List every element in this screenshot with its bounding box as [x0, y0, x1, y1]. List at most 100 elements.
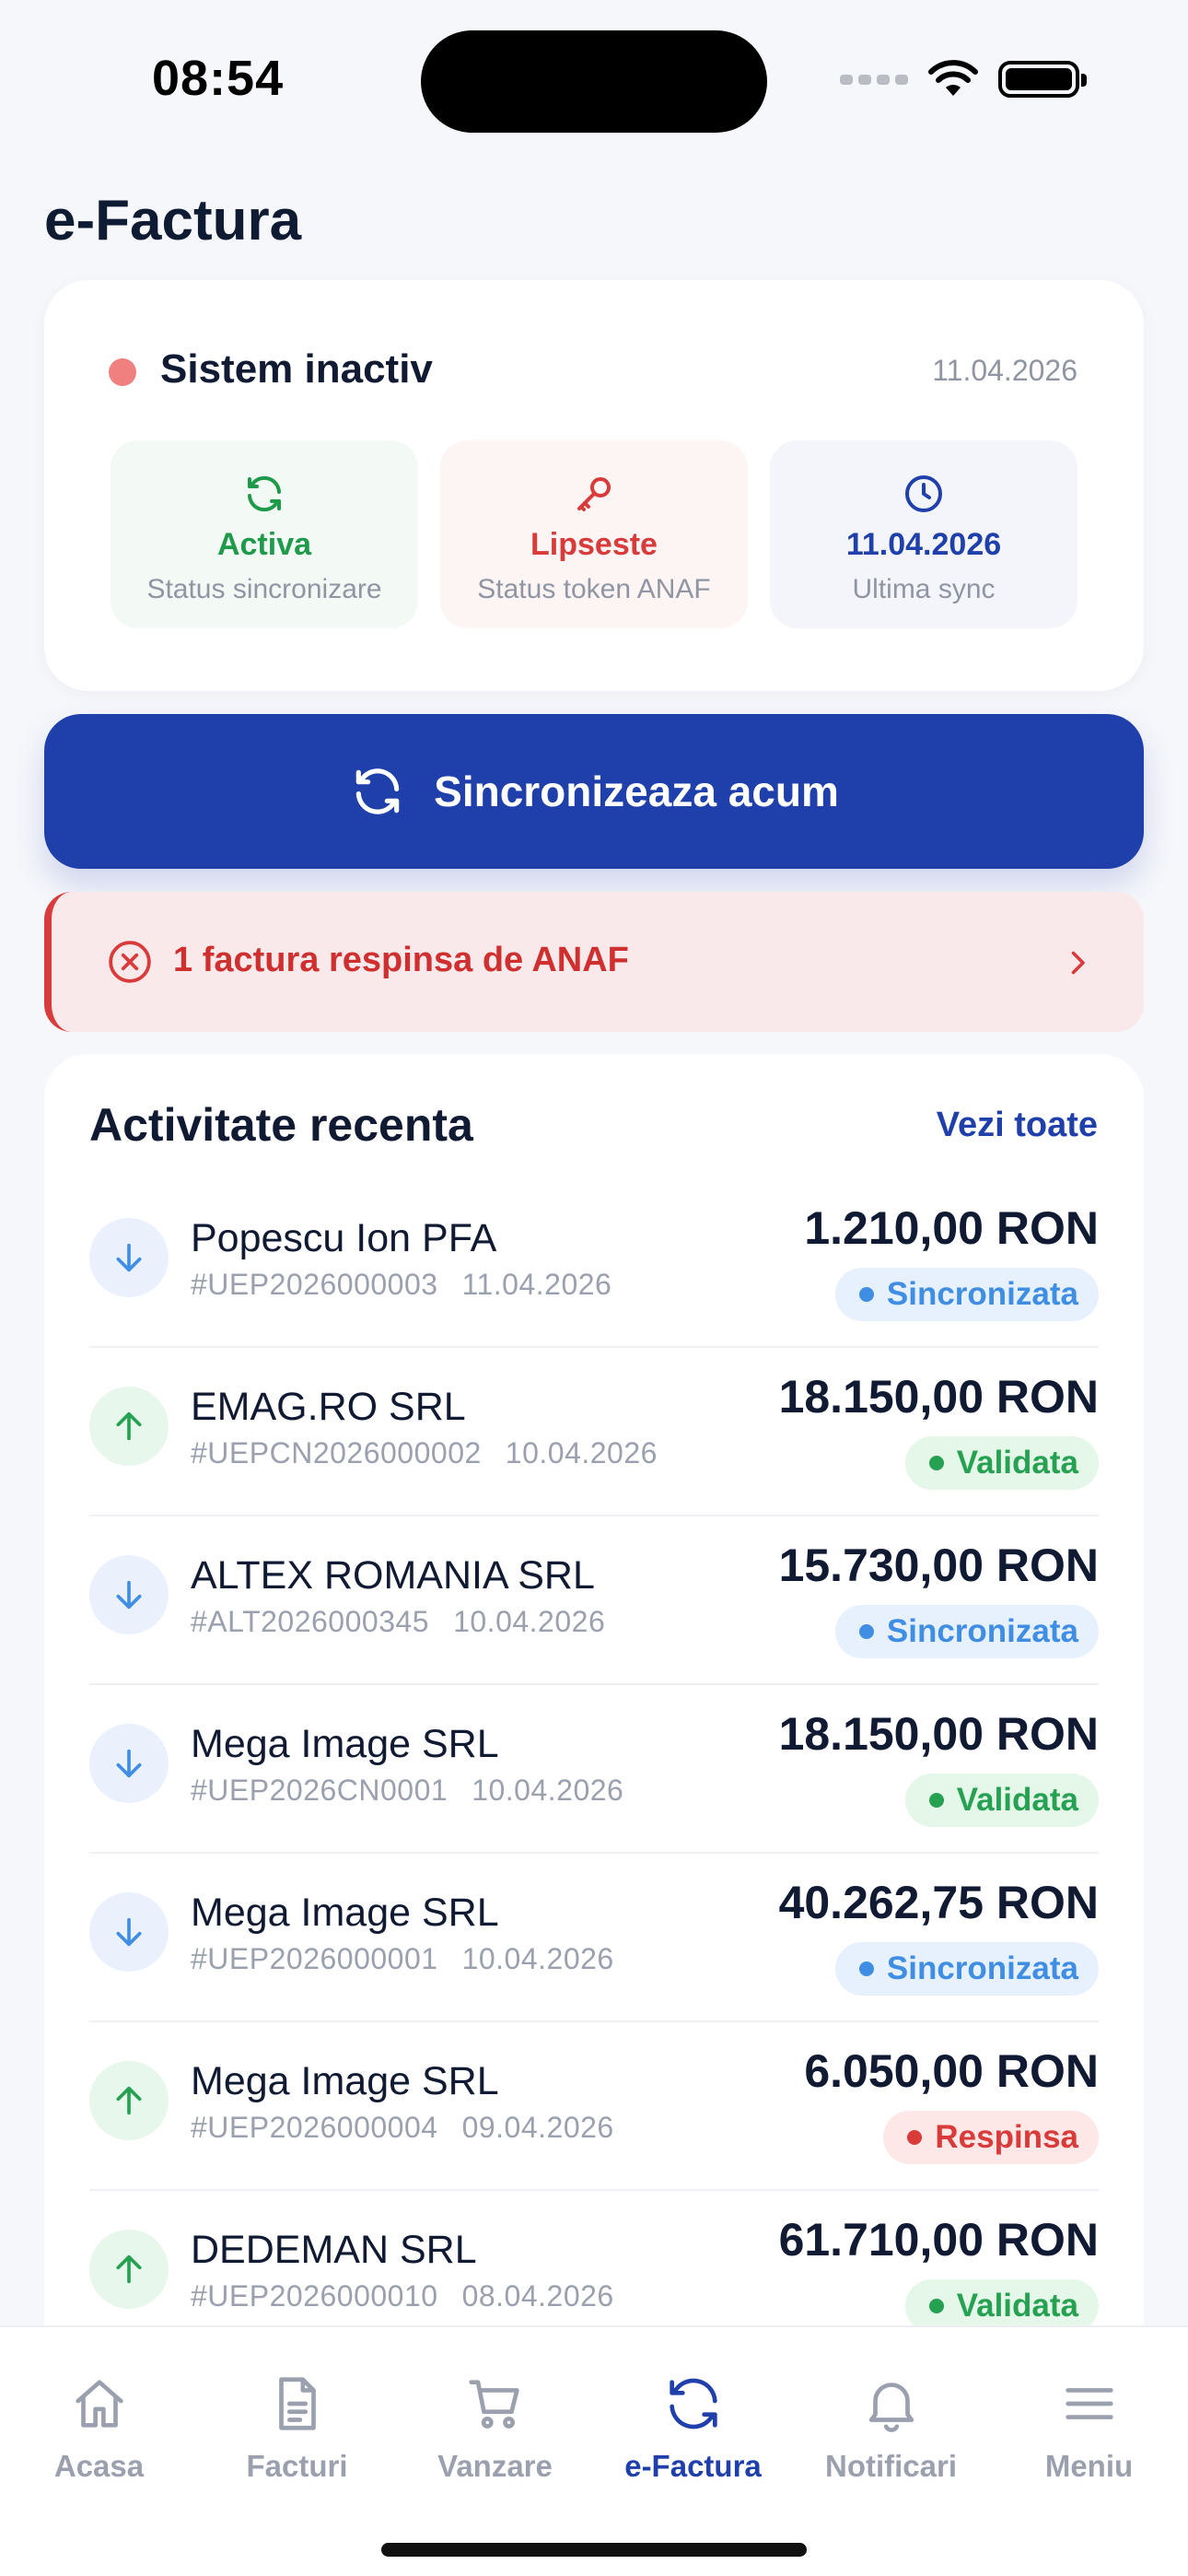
tab-acasa[interactable]: Acasa	[0, 2327, 198, 2512]
activity-row[interactable]: DEDEMAN SRL #UEP2026000010 08.04.2026 61.71…	[89, 2191, 1099, 2344]
tab-e-factura[interactable]: e-Factura	[594, 2327, 792, 2512]
last-sync-value: 11.04.2026	[845, 527, 1002, 562]
bell-icon	[868, 2383, 914, 2432]
status-badge: Sincronizata	[834, 1942, 1099, 1996]
document-icon	[278, 2377, 316, 2430]
arrow-down-icon	[116, 1749, 142, 1778]
invoice-date: 09.04.2026	[461, 2111, 614, 2144]
invoice-amount: 61.710,00 RON	[778, 2214, 1099, 2266]
invoice-amount: 15.730,00 RON	[778, 1540, 1099, 1591]
invoice-number: #UEP2026000001	[191, 1942, 438, 1975]
sync-now-label: Sincronizeaza acum	[434, 767, 839, 815]
direction-badge	[89, 2061, 169, 2140]
arrow-up-icon	[116, 2254, 142, 2284]
error-circle-icon	[109, 941, 151, 983]
home-indicator[interactable]	[381, 2543, 807, 2557]
key-icon	[577, 477, 611, 511]
status-dot	[928, 1793, 944, 1808]
status-dot	[858, 1961, 874, 1976]
status-label: Sincronizata	[886, 1276, 1078, 1312]
invoice-number: #UEP2026000004	[191, 2111, 438, 2144]
status-dot	[858, 1624, 874, 1639]
invoice-amount: 40.262,75 RON	[778, 1877, 1099, 1928]
refresh-icon	[669, 2378, 717, 2430]
status-dot	[928, 1456, 944, 1470]
invoice-amount: 6.050,00 RON	[804, 2045, 1099, 2097]
partner-name: Popescu Ion PFA	[191, 1216, 497, 1260]
last-sync-label: Ultima sync	[852, 574, 996, 604]
last-sync-tile: 11.04.2026 Ultima sync	[770, 440, 1077, 628]
status-label: Sincronizata	[886, 1950, 1078, 1986]
invoice-number: #UEP2026CN0001	[191, 1774, 448, 1807]
arrow-down-icon	[116, 1243, 142, 1272]
sync-status-tile: Activa Status sincronizare	[111, 440, 418, 628]
status-tiles: Activa Status sincronizare Lipseste Stat…	[111, 440, 1077, 628]
tab-meniu[interactable]: Meniu	[990, 2327, 1188, 2512]
status-indicator-dot	[109, 358, 136, 386]
activity-row[interactable]: ALTEX ROMANIA SRL #ALT2026000345 10.04.202…	[89, 1516, 1099, 1685]
invoice-meta: #UEPCN2026000002 10.04.2026	[191, 1436, 658, 1470]
invoice-date: 10.04.2026	[461, 1942, 614, 1975]
invoice-number: #UEP2026000003	[191, 1268, 438, 1301]
direction-badge	[89, 1724, 169, 1803]
status-badge: Respinsa	[883, 2111, 1099, 2164]
activity-list: Popescu Ion PFA #UEP2026000003 11.04.2026 1…	[89, 1179, 1099, 2344]
chevron-right-icon	[1071, 951, 1085, 975]
partner-name: EMAG.RO SRL	[191, 1385, 466, 1429]
wifi-icon	[928, 60, 978, 96]
tab-label: e-Factura	[624, 2449, 762, 2483]
status-badge: Sincronizata	[834, 1268, 1099, 1321]
tab-label: Facturi	[246, 2449, 348, 2483]
rejected-invoice-alert[interactable]: 1 factura respinsa de ANAF	[44, 892, 1144, 1032]
tab-facturi[interactable]: Facturi	[198, 2327, 396, 2512]
system-status-card: Sistem inactiv 11.04.2026 Activa Status …	[44, 280, 1144, 691]
sync-status-label: Status sincronizare	[146, 574, 382, 604]
arrow-down-icon	[116, 1580, 142, 1610]
partner-name: Mega Image SRL	[191, 2059, 499, 2103]
tab-label: Meniu	[1044, 2449, 1134, 2483]
battery-icon	[998, 61, 1087, 98]
direction-badge	[89, 1555, 169, 1634]
direction-badge	[89, 1892, 169, 1972]
clock-icon	[905, 475, 942, 512]
status-bar: 08:54	[0, 0, 1188, 147]
clock: 08:54	[152, 51, 285, 106]
tab-vanzare[interactable]: Vanzare	[396, 2327, 594, 2512]
invoice-date: 11.04.2026	[461, 1268, 612, 1301]
token-status-value: Lipseste	[530, 527, 658, 562]
partner-name: Mega Image SRL	[191, 1722, 499, 1766]
arrow-up-icon	[116, 2086, 142, 2115]
activity-row[interactable]: Popescu Ion PFA #UEP2026000003 11.04.2026 1…	[89, 1179, 1099, 1348]
see-all-link[interactable]: Vezi toate	[937, 1106, 1098, 1145]
invoice-meta: #UEP2026000001 10.04.2026	[191, 1942, 614, 1976]
status-badge: Validata	[904, 1774, 1099, 1827]
tab-bar: Acasa Facturi Vanzare e-Factura Notificari Me…	[0, 2325, 1188, 2576]
arrow-down-icon	[116, 1917, 142, 1947]
status-label: Sincronizata	[886, 1613, 1078, 1649]
status-label: Validata	[956, 1782, 1078, 1818]
status-icons	[840, 59, 1087, 100]
tab-notificari[interactable]: Notificari	[792, 2327, 990, 2512]
system-status-date: 11.04.2026	[932, 354, 1077, 387]
activity-row[interactable]: Mega Image SRL #UEP2026CN0001 10.04.2026 18…	[89, 1685, 1099, 1854]
activity-row[interactable]: EMAG.RO SRL #UEPCN2026000002 10.04.2026 18.…	[89, 1348, 1099, 1516]
invoice-number: #UEP2026000010	[191, 2279, 438, 2313]
partner-name: ALTEX ROMANIA SRL	[191, 1553, 595, 1598]
tab-label: Acasa	[53, 2449, 145, 2483]
direction-badge	[89, 1218, 169, 1297]
arrow-up-icon	[116, 1411, 142, 1441]
invoice-meta: #UEP2026000003 11.04.2026	[191, 1268, 611, 1302]
invoice-meta: #UEP2026000010 08.04.2026	[191, 2279, 614, 2313]
system-status-label: Sistem inactiv	[160, 346, 433, 392]
status-badge: Sincronizata	[834, 1605, 1099, 1658]
status-label: Validata	[956, 1445, 1078, 1481]
activity-row[interactable]: Mega Image SRL #UEP2026000001 10.04.2026 40…	[89, 1854, 1099, 2022]
activity-row[interactable]: Mega Image SRL #UEP2026000004 09.04.2026 6.…	[89, 2022, 1099, 2191]
invoice-amount: 18.150,00 RON	[778, 1371, 1099, 1423]
tab-label: Vanzare	[437, 2449, 553, 2483]
sync-status-value: Activa	[216, 527, 312, 562]
invoice-date: 08.04.2026	[461, 2279, 614, 2313]
sync-now-button[interactable]: Sincronizeaza acum	[44, 714, 1144, 869]
tab-label: Notificari	[824, 2449, 958, 2483]
status-dot	[907, 2130, 923, 2145]
